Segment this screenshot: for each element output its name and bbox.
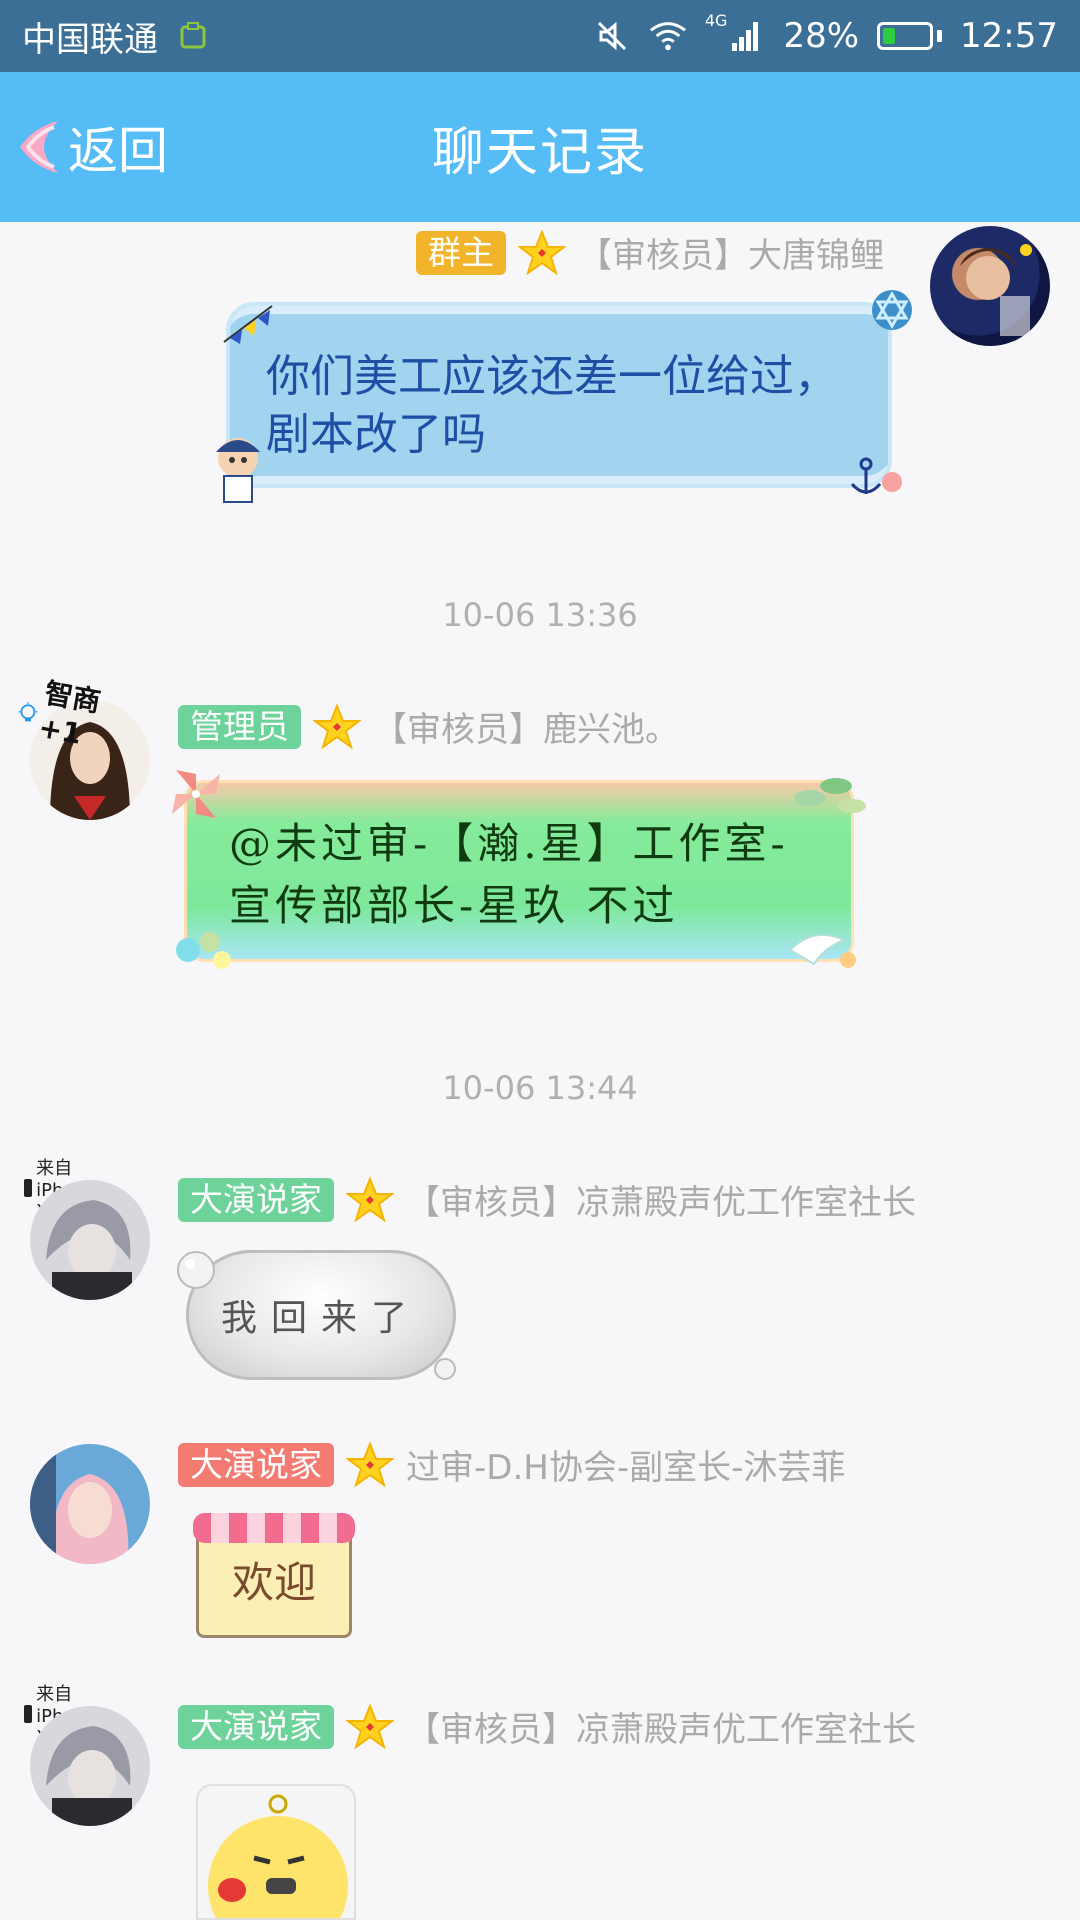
avatar-image — [46, 1200, 132, 1300]
message-meta: 管理员 【审核员】鹿兴池。 — [178, 702, 679, 751]
sender-name: 【审核员】大唐锦鲤 — [578, 236, 884, 276]
bulb-icon — [18, 701, 38, 721]
message-bubble[interactable]: 你们美工应该还差一位给过，剧本改了吗 — [226, 302, 892, 488]
sim-icon — [174, 17, 212, 55]
message-text: 我回来了 — [220, 1298, 421, 1339]
bunting-icon — [223, 305, 273, 344]
message-text: 你们美工应该还差一位给过，剧本改了吗 — [266, 351, 838, 460]
message-meta: 群主 【审核员】大唐锦鲤 — [416, 228, 884, 277]
anchor-icon — [850, 457, 902, 494]
sailor-sticker-icon — [216, 438, 260, 503]
small-bubble-icon — [434, 1358, 456, 1380]
message-text: @未过审-【瀚.星】工作室-宣传部部长-星玖 不过 — [229, 819, 789, 930]
sender-name: 【审核员】凉萧殿声优工作室社长 — [406, 1710, 916, 1750]
avatar[interactable] — [30, 1706, 150, 1826]
star-icon — [346, 1175, 394, 1223]
message-meta: 大演说家 过审-D.H协会-副室长-沐芸菲 — [178, 1440, 845, 1489]
phone-icon — [24, 1705, 33, 1723]
sender-name: 【审核员】凉萧殿声优工作室社长 — [406, 1183, 916, 1223]
avatar-image — [46, 1726, 132, 1826]
avatar-tag: 智商+1 — [16, 676, 103, 751]
message-meta: 大演说家 【审核员】凉萧殿声优工作室社长 — [178, 1702, 916, 1751]
battery-percent: 28% — [783, 16, 860, 56]
timestamp: 10-06 13:44 — [442, 1069, 638, 1107]
role-badge: 群主 — [416, 230, 506, 275]
bubble-icon — [177, 1251, 215, 1289]
clock: 12:57 — [960, 16, 1058, 56]
message-bubble[interactable]: 我回来了 — [186, 1250, 456, 1380]
avatar[interactable] — [930, 226, 1050, 346]
back-button[interactable]: 返回 — [14, 72, 168, 222]
star-icon — [518, 228, 566, 276]
role-badge: 管理员 — [178, 704, 301, 749]
role-badge: 大演说家 — [178, 1177, 334, 1222]
network-type: 4G — [704, 11, 728, 30]
signal-icon — [727, 17, 765, 55]
back-label: 返回 — [68, 122, 168, 180]
sender-name: 【审核员】鹿兴池。 — [373, 710, 679, 750]
role-badge: 大演说家 — [178, 1704, 334, 1749]
bird-icon — [788, 933, 856, 968]
emblem-icon — [872, 290, 912, 330]
role-badge: 大演说家 — [178, 1442, 334, 1487]
avatar-tag-label: 智商+1 — [35, 676, 103, 751]
star-icon — [346, 1702, 394, 1750]
mute-icon — [593, 17, 631, 55]
sticker-awning — [193, 1513, 355, 1543]
page-title: 聊天记录 — [431, 122, 648, 183]
sticker-text: 欢迎 — [231, 1557, 316, 1607]
status-bar: 中国联通 4G 28% 12:57 — [0, 0, 1080, 72]
sender-name: 过审-D.H协会-副室长-沐芸菲 — [406, 1448, 846, 1488]
timestamp: 10-06 13:36 — [442, 596, 638, 634]
wifi-icon — [649, 17, 687, 55]
avatar-image — [960, 244, 1032, 336]
avatar[interactable] — [30, 1180, 150, 1300]
message-meta: 大演说家 【审核员】凉萧殿声优工作室社长 — [178, 1175, 916, 1224]
avatar[interactable] — [30, 1444, 150, 1564]
emoji-face-icon — [208, 1794, 348, 1918]
battery-icon — [877, 22, 943, 50]
carrier-label: 中国联通 — [22, 19, 158, 60]
avatar-image — [30, 1444, 129, 1564]
message-bubble[interactable]: @未过审-【瀚.星】工作室-宣传部部长-星玖 不过 — [184, 780, 854, 962]
emoji-sticker[interactable] — [196, 1784, 356, 1920]
back-arrow-icon — [20, 121, 58, 173]
title-bar: 返回 聊天记录 — [0, 72, 1080, 222]
star-icon — [313, 702, 361, 750]
star-icon — [346, 1440, 394, 1488]
phone-icon — [24, 1179, 33, 1197]
pinwheel-icon — [172, 770, 220, 818]
flowers-icon — [176, 932, 231, 969]
sticker[interactable]: 欢迎 — [193, 1513, 355, 1638]
leaves-icon — [794, 778, 866, 813]
